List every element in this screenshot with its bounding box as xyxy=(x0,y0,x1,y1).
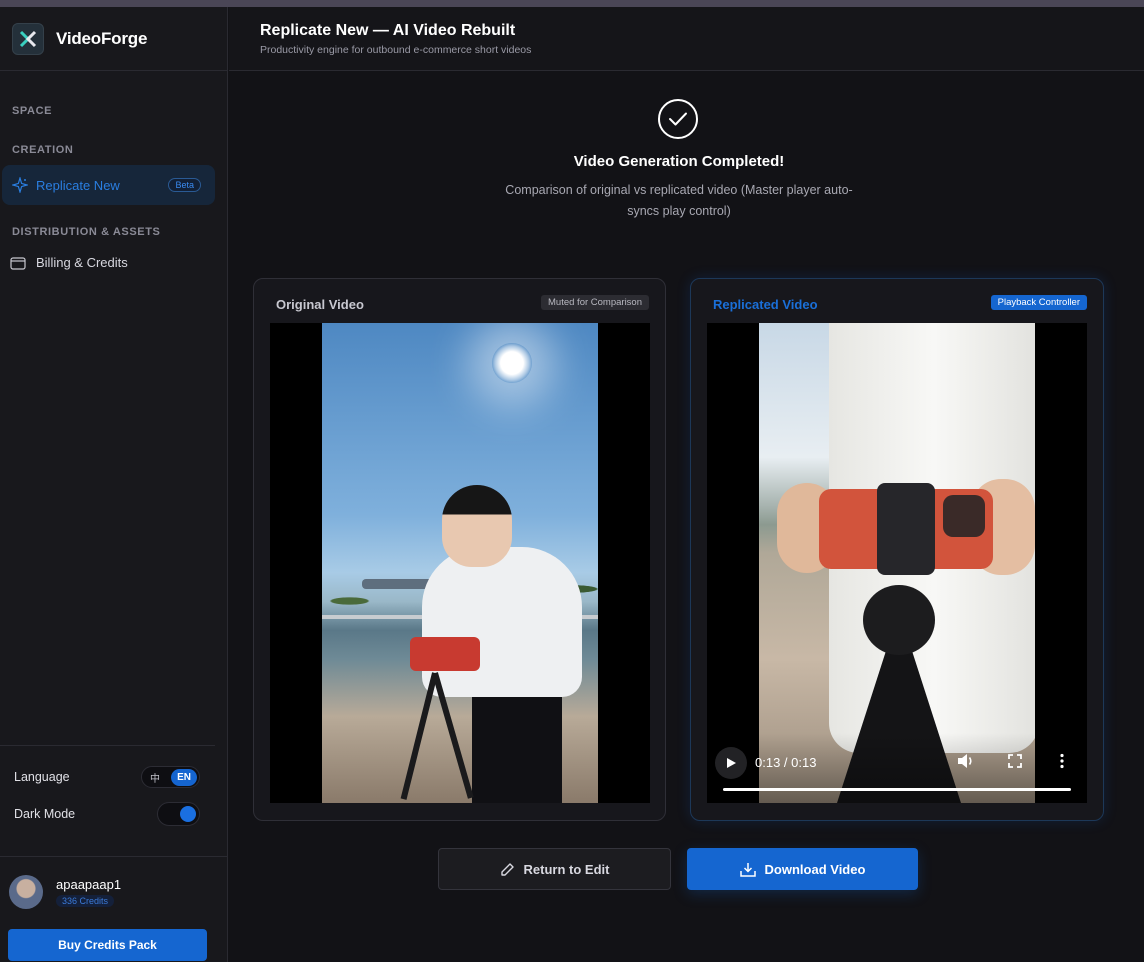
language-toggle[interactable]: 中 EN xyxy=(141,766,200,788)
download-video-label: Download Video xyxy=(764,861,866,877)
original-video-title: Original Video xyxy=(276,297,364,312)
volume-icon[interactable] xyxy=(957,753,975,774)
fullscreen-icon[interactable] xyxy=(1008,754,1022,773)
page-subtitle: Productivity engine for outbound e-comme… xyxy=(260,44,532,56)
replicated-video-player[interactable]: 0:13 / 0:13 xyxy=(707,323,1087,803)
dark-mode-label: Dark Mode xyxy=(14,807,76,821)
beta-badge: Beta xyxy=(168,178,201,192)
avatar[interactable] xyxy=(9,875,43,909)
replicated-video-frame xyxy=(759,323,1035,803)
replicated-video-card: Replicated Video Playback Controller 0:1… xyxy=(690,278,1104,821)
section-label-distribution: DISTRIBUTION & ASSETS xyxy=(12,226,161,238)
section-label-space: SPACE xyxy=(12,105,53,117)
sidebar-item-billing[interactable]: Billing & Credits xyxy=(10,255,128,270)
video-controls: 0:13 / 0:13 xyxy=(707,733,1087,803)
language-option-en[interactable]: EN xyxy=(171,768,197,786)
original-video-card: Original Video Muted for Comparison xyxy=(253,278,666,821)
brand[interactable]: VideoForge xyxy=(0,7,227,71)
user-area: apaapaap1 336 Credits Buy Credits Pack xyxy=(0,856,228,962)
original-video-frame xyxy=(322,323,598,803)
muted-badge: Muted for Comparison xyxy=(541,295,649,310)
sidebar: VideoForge SPACE CREATION Replicate New … xyxy=(0,7,228,962)
language-option-zh[interactable]: 中 xyxy=(150,770,160,785)
app-name: VideoForge xyxy=(56,28,148,48)
window-top-strip xyxy=(0,0,1144,7)
page-title: Replicate New — AI Video Rebuilt xyxy=(260,22,516,39)
more-options-icon[interactable] xyxy=(1059,753,1065,774)
replicated-video-title: Replicated Video xyxy=(713,297,818,312)
sidebar-item-replicate-new[interactable]: Replicate New Beta xyxy=(2,165,215,205)
settings-panel: Language 中 EN Dark Mode xyxy=(0,745,215,826)
language-label: Language xyxy=(14,770,70,784)
sidebar-item-label: Replicate New xyxy=(36,177,120,193)
download-video-button[interactable]: Download Video xyxy=(687,848,918,890)
sparkle-icon xyxy=(12,177,28,193)
pencil-icon xyxy=(500,862,515,877)
sidebar-item-label: Billing & Credits xyxy=(36,255,128,270)
dark-mode-toggle[interactable] xyxy=(157,802,200,826)
main-content: Video Generation Completed! Comparison o… xyxy=(229,72,1144,962)
playback-controller-badge: Playback Controller xyxy=(990,295,1087,310)
play-icon xyxy=(725,757,737,769)
videoforge-logo-icon xyxy=(12,22,44,55)
username: apaapaap1 xyxy=(56,877,122,892)
wallet-icon xyxy=(10,256,26,270)
return-to-edit-button[interactable]: Return to Edit xyxy=(438,848,671,890)
section-label-creation: CREATION xyxy=(12,144,74,156)
download-icon xyxy=(739,862,756,877)
buy-credits-button[interactable]: Buy Credits Pack xyxy=(8,929,207,961)
play-button[interactable] xyxy=(715,747,747,779)
completion-description: Comparison of original vs replicated vid… xyxy=(505,183,853,218)
original-video-player[interactable] xyxy=(270,323,650,803)
check-circle-icon xyxy=(658,99,698,139)
toggle-knob xyxy=(180,806,196,822)
credits-badge: 336 Credits xyxy=(56,895,115,907)
page-header: Replicate New — AI Video Rebuilt Product… xyxy=(229,7,1144,71)
video-time: 0:13 / 0:13 xyxy=(755,755,817,770)
completion-title: Video Generation Completed! xyxy=(573,153,785,170)
return-to-edit-label: Return to Edit xyxy=(523,861,610,877)
video-progress-bar[interactable] xyxy=(723,788,1071,791)
